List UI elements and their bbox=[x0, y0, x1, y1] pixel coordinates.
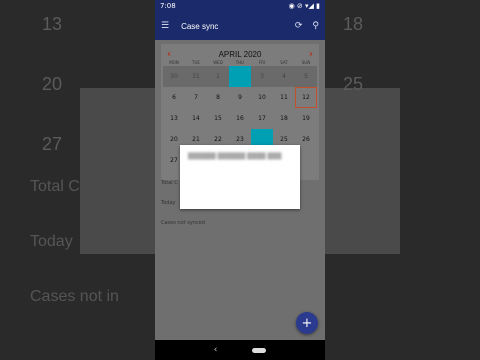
weekday-label: TUE bbox=[192, 60, 200, 65]
calendar-day[interactable]: 1 bbox=[207, 66, 229, 87]
weekday-label: MON bbox=[169, 60, 179, 65]
weekday-label: WED bbox=[213, 60, 223, 65]
bg-text: Today bbox=[30, 233, 73, 250]
calendar-day[interactable]: 3 bbox=[251, 66, 273, 87]
calendar-day[interactable]: 13 bbox=[163, 108, 185, 129]
bg-number: 18 bbox=[343, 14, 364, 34]
search-icon[interactable]: ⚲ bbox=[312, 21, 319, 31]
bg-dialog-shadow bbox=[325, 88, 400, 254]
calendar-day[interactable]: 14 bbox=[185, 108, 207, 129]
cases-not-synced-label: Cases not synced bbox=[161, 220, 205, 226]
calendar-day[interactable]: 12 bbox=[295, 87, 317, 108]
calendar-day[interactable]: 8 bbox=[207, 87, 229, 108]
bg-dialog-shadow bbox=[80, 88, 155, 254]
calendar-day[interactable]: 11 bbox=[273, 87, 295, 108]
calendar-header: ‹ APRIL 2020 › bbox=[161, 47, 319, 61]
today-label: Today bbox=[161, 200, 176, 206]
add-button[interactable]: + bbox=[296, 312, 318, 334]
calendar-day[interactable]: 7 bbox=[185, 87, 207, 108]
dialog-message: ██████ ██████ ████ ███ bbox=[188, 153, 282, 160]
total-cases-label: Total C bbox=[161, 180, 178, 186]
calendar-day[interactable]: 18 bbox=[273, 108, 295, 129]
background-right: 18 25 bbox=[325, 0, 480, 360]
sync-icon[interactable]: ⟳ bbox=[295, 21, 303, 31]
sync-dialog: ██████ ██████ ████ ███ bbox=[180, 145, 300, 209]
status-time: 7:08 bbox=[160, 2, 176, 10]
calendar-day[interactable]: 15 bbox=[207, 108, 229, 129]
status-bar: 7:08 ◉ ⊘ ▾◢ ▮ bbox=[155, 0, 325, 12]
calendar-week: 13 14 15 16 17 18 19 bbox=[163, 108, 317, 129]
calendar-week: 6 7 8 9 10 11 12 bbox=[163, 87, 317, 108]
background-left: 13 20 27 Total C Today Cases not in bbox=[0, 0, 155, 360]
weekday-label: FRI bbox=[258, 60, 266, 65]
calendar-day[interactable]: 19 bbox=[295, 108, 317, 129]
calendar-day[interactable]: 5 bbox=[295, 66, 317, 87]
bg-number: 20 bbox=[42, 74, 63, 94]
calendar-day[interactable]: 16 bbox=[229, 108, 251, 129]
menu-icon[interactable]: ☰ bbox=[161, 21, 169, 31]
weekday-label: SUN bbox=[301, 60, 311, 65]
calendar-day[interactable] bbox=[229, 66, 251, 87]
weekday-row: MON TUE WED THU FRI SAT SUN bbox=[163, 60, 317, 65]
app-title: Case sync bbox=[181, 21, 219, 31]
month-label: APRIL 2020 bbox=[218, 49, 262, 59]
home-pill[interactable] bbox=[252, 347, 267, 353]
weekday-label: THU bbox=[235, 60, 245, 65]
bg-number: 13 bbox=[42, 14, 63, 34]
bg-number: 25 bbox=[343, 74, 364, 94]
back-icon[interactable]: ‹ bbox=[214, 345, 218, 355]
calendar-day[interactable]: 9 bbox=[229, 87, 251, 108]
calendar-day[interactable]: 17 bbox=[251, 108, 273, 129]
calendar-day[interactable]: 30 bbox=[163, 66, 185, 87]
calendar-day[interactable]: 10 bbox=[251, 87, 273, 108]
status-icons: ◉ ⊘ ▾◢ ▮ bbox=[288, 2, 320, 10]
prev-month-icon[interactable]: ‹ bbox=[167, 49, 171, 60]
weekday-label: SAT bbox=[280, 60, 288, 65]
calendar-day[interactable]: 4 bbox=[273, 66, 295, 87]
bg-text: Total C bbox=[30, 178, 80, 195]
app-bar: ☰ Case sync ⟳ ⚲ bbox=[155, 12, 325, 40]
calendar-day[interactable]: 6 bbox=[163, 87, 185, 108]
next-month-icon[interactable]: › bbox=[309, 49, 313, 60]
navigation-bar: ‹ bbox=[155, 340, 325, 360]
calendar-week: 30 31 1 3 4 5 bbox=[163, 66, 317, 87]
bg-number: 27 bbox=[42, 134, 63, 154]
bg-text: Cases not in bbox=[30, 288, 119, 305]
calendar-day[interactable]: 31 bbox=[185, 66, 207, 87]
